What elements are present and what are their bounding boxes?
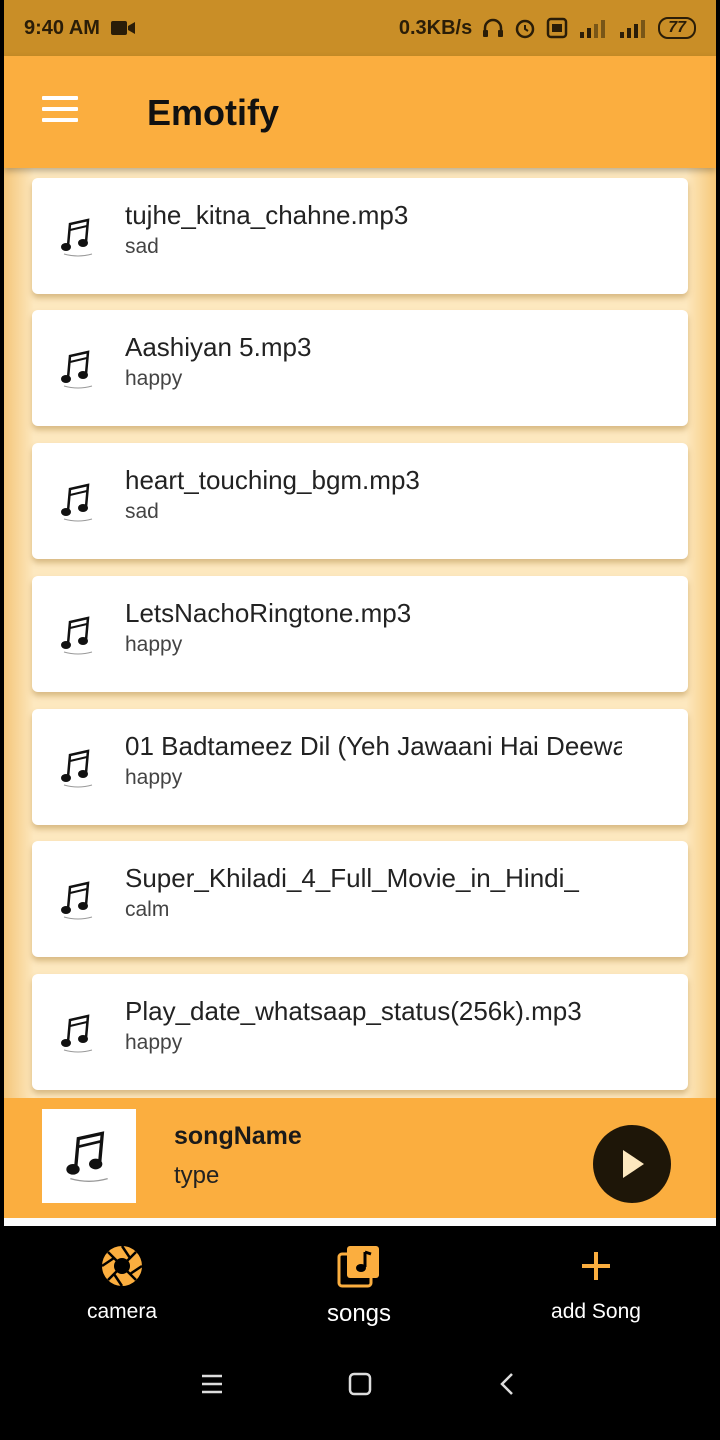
divider <box>4 1218 716 1226</box>
home-icon[interactable] <box>340 1370 380 1398</box>
player-song-name: songName <box>174 1122 302 1150</box>
play-icon <box>623 1150 644 1178</box>
music-note-icon <box>61 749 93 788</box>
nav-label-camera: camera <box>86 1300 158 1323</box>
nav-item-songs[interactable]: songs <box>269 1244 449 1328</box>
song-name: heart_touching_bgm.mp3 <box>125 465 420 495</box>
nav-item-add-song[interactable]: add Song <box>506 1244 686 1324</box>
status-right: 0.3KB/s 77 <box>399 17 696 40</box>
music-note-icon <box>61 881 93 920</box>
music-library-icon <box>337 1246 379 1288</box>
network-speed: 0.3KB/s <box>398 16 473 39</box>
play-button[interactable] <box>593 1125 671 1203</box>
list-item[interactable]: tujhe_kitna_chahne.mp3 sad <box>32 178 688 294</box>
music-note-icon <box>61 350 93 389</box>
player-song-type: type <box>174 1162 220 1189</box>
back-icon[interactable] <box>488 1370 528 1398</box>
song-type: sad <box>125 500 159 523</box>
plus-icon <box>582 1252 610 1280</box>
song-type: sad <box>125 235 159 258</box>
music-note-icon <box>61 616 93 655</box>
status-bar: 9:40 AM 0.3KB/s 77 <box>4 0 716 56</box>
status-left: 9:40 AM <box>24 17 136 40</box>
song-type: happy <box>125 1031 183 1054</box>
song-name: Super_Khiladi_4_Full_Movie_in_Hindi_ <box>125 863 579 893</box>
signal-icon <box>580 20 606 38</box>
battery-icon: 77 <box>658 17 696 39</box>
song-type: happy <box>125 633 183 656</box>
list-item[interactable]: Aashiyan 5.mp3 happy <box>32 310 688 426</box>
nav-label-songs: songs <box>326 1300 392 1327</box>
nav-item-camera[interactable]: camera <box>32 1244 212 1324</box>
video-record-icon <box>110 21 135 35</box>
list-item[interactable]: Play_date_whatsaap_status(256k).mp3 happ… <box>32 974 688 1090</box>
screen: 9:40 AM 0.3KB/s 77 Emotify tujhe_kitna_c… <box>4 0 716 1440</box>
app-title: Emotify <box>147 92 280 133</box>
signal-icon <box>620 20 646 38</box>
song-name: Play_date_whatsaap_status(256k).mp3 <box>125 996 582 1026</box>
music-note-icon <box>61 483 93 522</box>
alarm-icon <box>515 19 535 39</box>
list-item[interactable]: Super_Khiladi_4_Full_Movie_in_Hindi_ cal… <box>32 841 688 957</box>
camera-shutter-icon <box>101 1245 143 1287</box>
app-bar: Emotify <box>4 56 716 168</box>
song-name: LetsNachoRingtone.mp3 <box>125 598 412 628</box>
list-item[interactable]: heart_touching_bgm.mp3 sad <box>32 443 688 559</box>
system-navigation-bar <box>4 1336 716 1440</box>
song-list[interactable]: tujhe_kitna_chahne.mp3 sad Aashiyan 5.mp… <box>4 168 716 1098</box>
music-note-icon <box>61 1014 93 1053</box>
song-type: happy <box>125 367 183 390</box>
headphones-icon <box>483 18 504 37</box>
song-type: happy <box>125 766 183 789</box>
music-note-icon <box>61 218 93 257</box>
now-playing-bar[interactable]: songName type <box>4 1098 716 1226</box>
album-art <box>42 1109 136 1203</box>
song-name: 01 Badtameez Dil (Yeh Jawaani Hai Deewan… <box>125 731 622 761</box>
hamburger-menu-icon[interactable] <box>42 96 78 124</box>
song-type: calm <box>125 898 170 921</box>
nav-label-add-song: add Song <box>551 1300 641 1323</box>
list-item[interactable]: 01 Badtameez Dil (Yeh Jawaani Hai Deewan… <box>32 709 688 825</box>
song-name: Aashiyan 5.mp3 <box>125 332 312 362</box>
bottom-navigation: camera songs add Song <box>4 1226 716 1336</box>
status-time: 9:40 AM <box>24 16 100 39</box>
sim-icon <box>546 17 568 39</box>
music-note-icon <box>66 1131 108 1182</box>
song-name: tujhe_kitna_chahne.mp3 <box>125 200 409 230</box>
list-item[interactable]: LetsNachoRingtone.mp3 happy <box>32 576 688 692</box>
recent-apps-icon[interactable] <box>192 1370 232 1398</box>
